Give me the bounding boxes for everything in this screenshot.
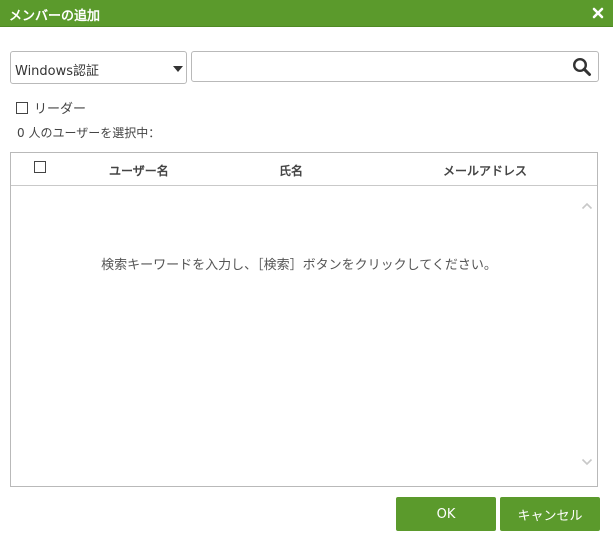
select-all-checkbox[interactable]: [34, 161, 46, 173]
empty-table-message: 検索キーワードを入力し、［検索］ボタンをクリックしてください。: [101, 258, 497, 273]
column-header-username[interactable]: ユーザー名: [109, 162, 169, 179]
search-input[interactable]: [196, 56, 566, 78]
close-icon[interactable]: [591, 6, 605, 20]
table-scrollbar[interactable]: [580, 195, 594, 479]
dialog-title: メンバーの追加: [9, 9, 101, 24]
leader-checkbox[interactable]: [16, 102, 28, 114]
user-table: ユーザー名 氏名 メールアドレス 検索キーワードを入力し、［検索］ボタンをクリッ…: [10, 152, 598, 487]
leader-label: リーダー: [34, 102, 87, 117]
chevron-down-icon: [173, 66, 183, 72]
scroll-up-icon[interactable]: [581, 201, 593, 211]
table-header: ユーザー名 氏名 メールアドレス: [11, 153, 597, 186]
auth-type-select[interactable]: Windows認証: [10, 51, 187, 84]
column-header-fullname[interactable]: 氏名: [279, 162, 303, 179]
ok-button[interactable]: OK: [396, 497, 496, 531]
search-icon[interactable]: [572, 57, 592, 77]
column-header-email[interactable]: メールアドレス: [443, 162, 527, 179]
search-field[interactable]: [191, 51, 599, 82]
selected-count-text: 0 人のユーザーを選択中：: [17, 126, 161, 140]
dialog-titlebar: メンバーの追加: [0, 0, 613, 27]
auth-type-value: Windows認証: [15, 64, 100, 79]
scroll-down-icon[interactable]: [581, 457, 593, 467]
cancel-button[interactable]: キャンセル: [500, 497, 600, 531]
